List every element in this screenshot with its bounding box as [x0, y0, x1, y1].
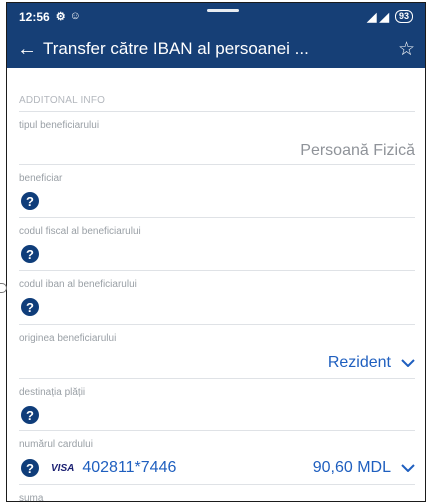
card-number-value: 402811*7446 [82, 459, 177, 476]
card-dropdown[interactable]: 90,60 MDL [313, 459, 415, 477]
status-bar: 12:56 ⚙ ☺ ◢ ◢ 93 [7, 3, 425, 30]
status-time: 12:56 [19, 9, 50, 24]
settings-status-icon: ⚙ [55, 11, 66, 23]
status-right-icons: ◢ ◢ 93 [367, 10, 413, 24]
field-label: codul fiscal al beneficiarului [19, 226, 141, 237]
fiscal-code-row[interactable]: codul fiscal al beneficiarului ? [19, 218, 415, 271]
payment-purpose-row[interactable]: destinația plății ? [19, 379, 415, 431]
notch-pill [207, 9, 239, 12]
beneficiary-type-value: Persoană Fizică [300, 142, 415, 159]
favorite-star-icon[interactable]: ☆ [393, 38, 415, 61]
help-icon[interactable]: ? [21, 245, 39, 263]
help-icon[interactable]: ? [21, 298, 39, 316]
signal-icon: ◢ ◢ [367, 9, 389, 24]
origin-dropdown[interactable]: Rezident [328, 354, 415, 372]
origin-value: Rezident [327, 354, 391, 371]
help-icon[interactable]: ? [21, 459, 39, 477]
field-label: beneficiar [19, 173, 63, 184]
field-label: tipul beneficiarului [19, 120, 100, 131]
status-left-icons: ⚙ ☺ [56, 10, 81, 23]
beneficiary-row[interactable]: beneficiar ? [19, 165, 415, 218]
card-balance: 90,60 MDL [312, 459, 391, 476]
amount-row[interactable]: suma [19, 485, 415, 502]
form-content: ADDITONAL INFO tipul beneficiarului Pers… [7, 68, 425, 502]
beneficiary-origin-row[interactable]: originea beneficiarului Rezident [19, 325, 415, 379]
help-icon[interactable]: ? [21, 192, 39, 210]
notification-status-icon: ☺ [69, 10, 81, 22]
visa-logo-icon: VISA [51, 462, 75, 474]
back-arrow-icon[interactable]: ← [17, 38, 39, 61]
field-label: codul iban al beneficiarului [19, 279, 137, 290]
chevron-down-icon [401, 464, 415, 472]
help-icon[interactable]: ? [21, 406, 39, 424]
chevron-down-icon [401, 359, 415, 367]
app-bar: ← Transfer către IBAN al persoanei ... ☆ [7, 30, 425, 68]
field-label: destinația plății [19, 387, 86, 398]
field-label: suma [19, 493, 44, 502]
page-title: Transfer către IBAN al persoanei ... [43, 39, 309, 58]
phone-screen: 12:56 ⚙ ☺ ◢ ◢ 93 ← Transfer către IBAN a… [6, 2, 426, 502]
battery-icon: 93 [394, 10, 413, 23]
field-label: numărul cardului [19, 439, 93, 450]
iban-code-row[interactable]: codul iban al beneficiarului ? [19, 271, 415, 325]
card-number-row[interactable]: numărul cardului ? VISA 402811*7446 90,6… [19, 431, 415, 485]
section-header: ADDITONAL INFO [19, 68, 415, 112]
field-label: originea beneficiarului [19, 333, 117, 344]
beneficiary-type-row[interactable]: tipul beneficiarului Persoană Fizică [19, 112, 415, 165]
